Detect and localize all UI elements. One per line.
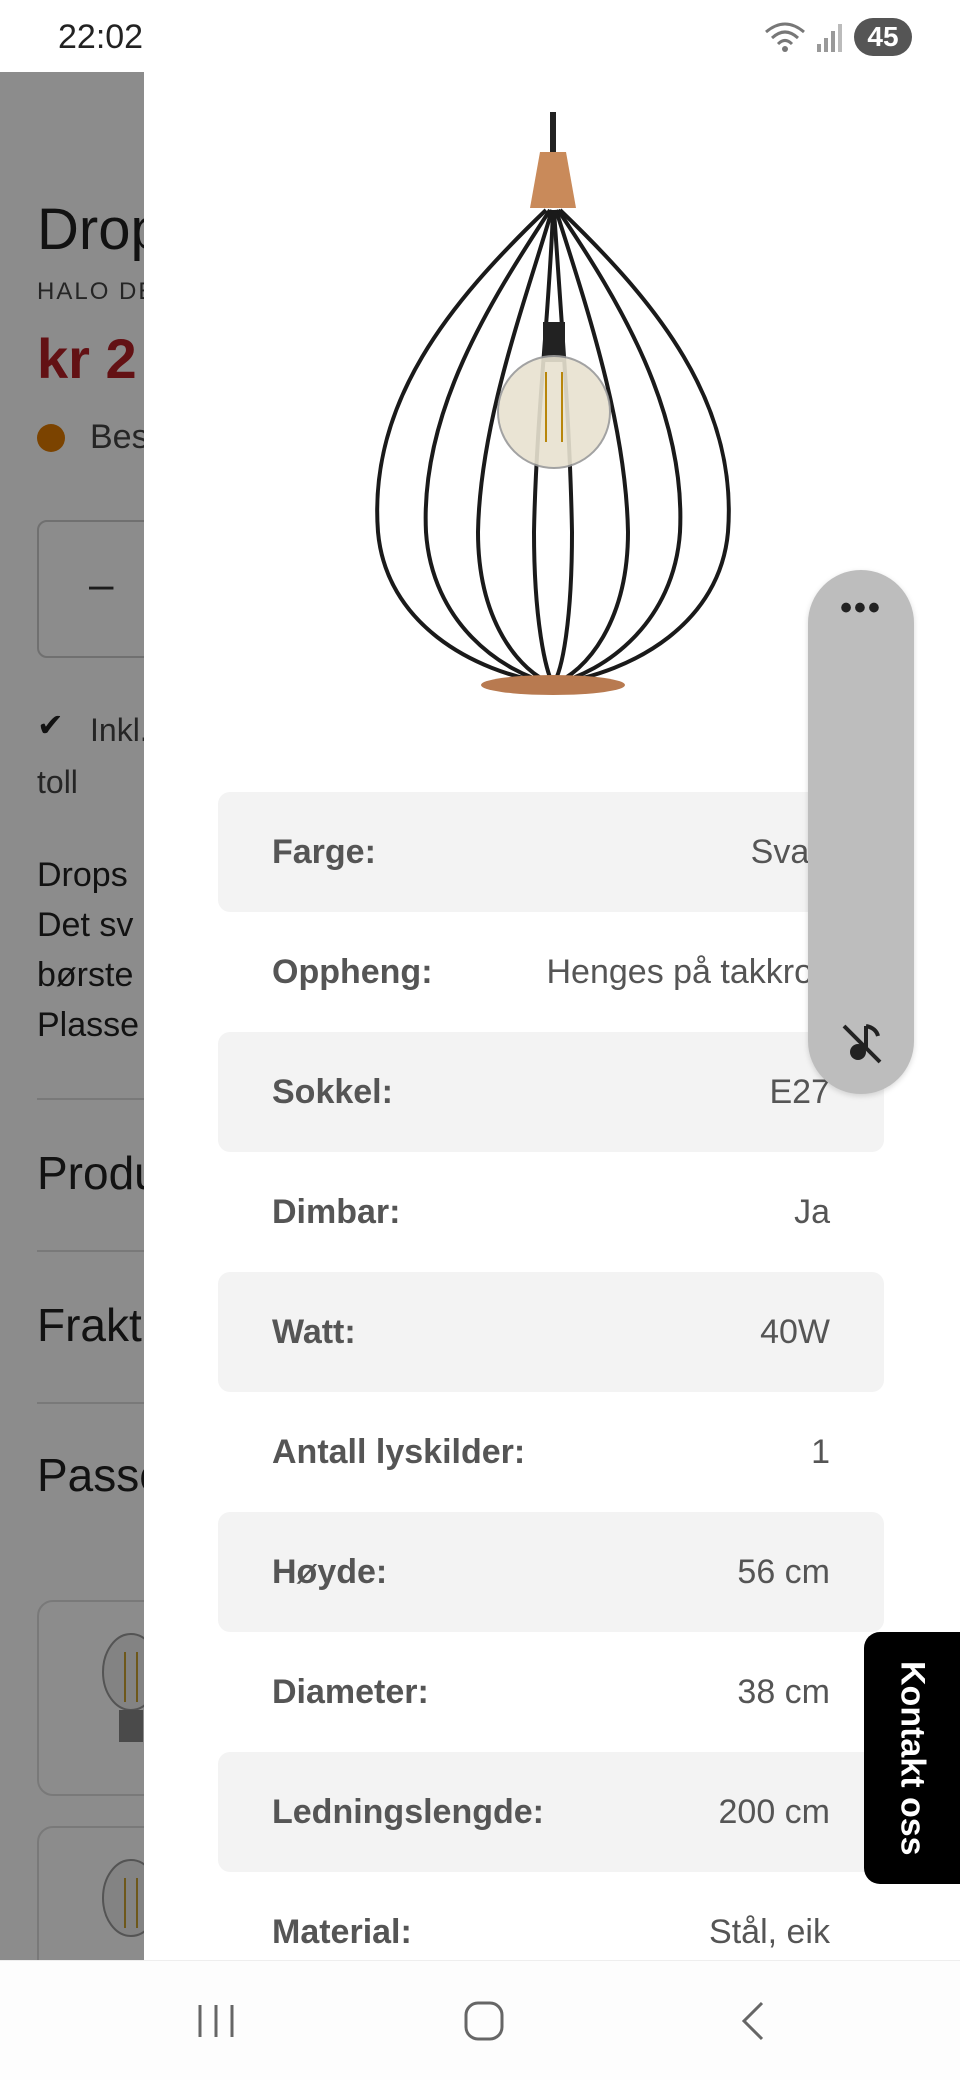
contact-us-label: Kontakt oss	[893, 1660, 932, 1856]
recent-apps-button[interactable]	[186, 1991, 246, 2051]
more-options-button[interactable]: •••	[808, 588, 914, 628]
spec-value: 40W	[760, 1312, 830, 1351]
system-navigation-bar	[0, 1960, 960, 2080]
music-off-icon[interactable]	[840, 1020, 884, 1064]
spec-row-hoyde: Høyde: 56 cm	[218, 1512, 884, 1632]
pendant-lamp-image	[375, 112, 731, 695]
status-time: 22:02	[58, 18, 144, 56]
spec-value: 1	[811, 1432, 830, 1471]
back-icon	[741, 2001, 764, 2041]
floating-media-control[interactable]: •••	[808, 570, 914, 1094]
spec-value: 56 cm	[737, 1552, 830, 1591]
spec-label: Ledningslengde:	[272, 1792, 544, 1831]
recent-apps-icon	[198, 2005, 234, 2037]
spec-label: Watt:	[272, 1312, 356, 1351]
back-button[interactable]	[722, 1991, 782, 2051]
spec-row-material: Material: Stål, eik	[218, 1872, 884, 1960]
spec-label: Sokkel:	[272, 1072, 393, 1111]
contact-us-button[interactable]: Kontakt oss	[864, 1632, 960, 1884]
spec-label: Oppheng:	[272, 952, 433, 991]
spec-row-sokkel: Sokkel: E27	[218, 1032, 884, 1152]
spec-label: Høyde:	[272, 1552, 388, 1591]
home-button[interactable]	[454, 1991, 514, 2051]
spec-value: Stål, eik	[709, 1912, 830, 1951]
spec-row-ledningslengde: Ledningslengde: 200 cm	[218, 1752, 884, 1872]
spec-row-oppheng: Oppheng: Henges på takkrok	[218, 912, 884, 1032]
spec-row-farge: Farge: Svart	[218, 792, 884, 912]
spec-row-antall-lyskilder: Antall lyskilder: 1	[218, 1392, 884, 1512]
spec-label: Antall lyskilder:	[272, 1432, 526, 1471]
status-bar: 22:02 45	[0, 0, 960, 72]
wifi-icon	[765, 22, 805, 52]
spec-row-dimbar: Dimbar: Ja	[218, 1152, 884, 1272]
spec-value: E27	[769, 1072, 831, 1111]
spec-row-watt: Watt: 40W	[218, 1272, 884, 1392]
spec-label: Diameter:	[272, 1672, 429, 1711]
spec-row-diameter: Diameter: 38 cm	[218, 1632, 884, 1752]
spec-label: Dimbar:	[272, 1192, 401, 1231]
battery-indicator: 45	[854, 18, 912, 56]
spec-label: Farge:	[272, 832, 376, 871]
home-icon	[464, 2001, 504, 2041]
signal-icon	[817, 24, 842, 52]
spec-value: Ja	[794, 1192, 830, 1231]
spec-value: 38 cm	[737, 1672, 830, 1711]
spec-value: 200 cm	[718, 1792, 831, 1831]
spec-label: Material:	[272, 1912, 412, 1951]
spec-table: Farge: Svart Oppheng: Henges på takkrok …	[218, 792, 884, 1960]
spec-value: Henges på takkrok	[546, 952, 831, 991]
status-icons: 45	[764, 18, 912, 56]
